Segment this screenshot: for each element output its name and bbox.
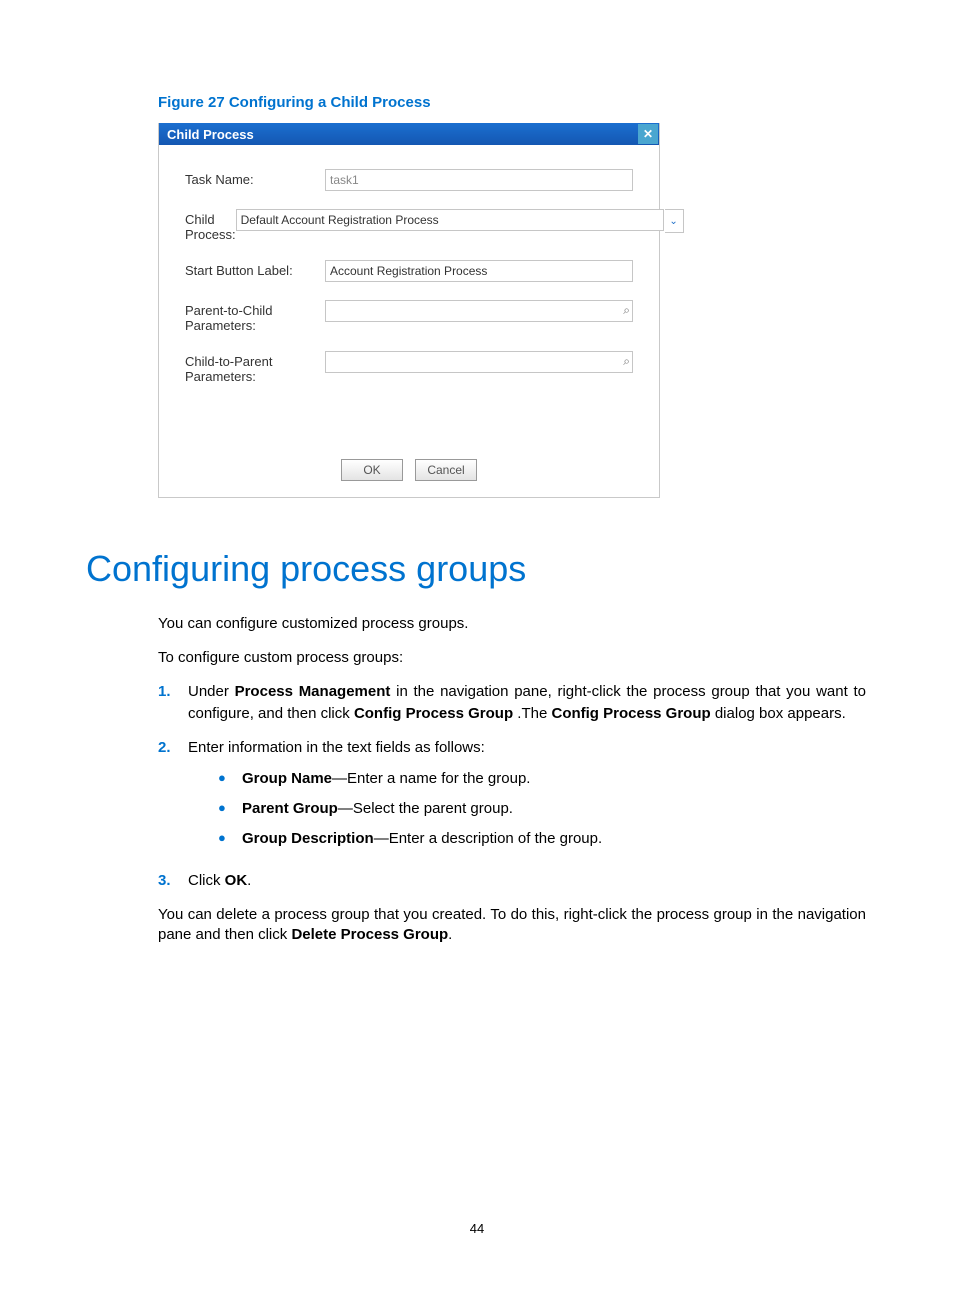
task-name-label: Task Name:: [185, 169, 325, 191]
list-item: ●Parent Group—Select the parent group.: [218, 798, 602, 820]
ok-button[interactable]: OK: [341, 459, 403, 481]
page-number: 44: [0, 1221, 954, 1236]
child-process-dialog: Child Process ✕ Task Name: Child Process…: [158, 123, 660, 498]
cancel-button[interactable]: Cancel: [415, 459, 477, 481]
intro-text: You can configure customized process gro…: [158, 614, 866, 634]
search-icon[interactable]: ⌕: [623, 303, 630, 318]
list-item: ●Group Description—Enter a description o…: [218, 828, 602, 850]
steps-list: 1. Under Process Management in the navig…: [158, 681, 866, 891]
lead-in-text: To configure custom process groups:: [158, 648, 866, 668]
sub-list: ●Group Name—Enter a name for the group. …: [218, 768, 602, 849]
start-button-label-label: Start Button Label:: [185, 260, 325, 282]
delete-note: You can delete a process group that you …: [158, 905, 866, 944]
c2p-input[interactable]: [325, 351, 633, 373]
dialog-titlebar: Child Process ✕: [159, 123, 659, 145]
child-process-select[interactable]: [236, 209, 664, 231]
list-item: 1. Under Process Management in the navig…: [158, 681, 866, 725]
c2p-label: Child-to-Parent Parameters:: [185, 351, 325, 384]
step-number: 1.: [158, 681, 188, 725]
list-item: 3. Click OK.: [158, 870, 866, 892]
search-icon[interactable]: ⌕: [623, 354, 630, 369]
list-item: 2. Enter information in the text fields …: [158, 737, 866, 858]
figure-caption: Figure 27 Configuring a Child Process: [158, 94, 866, 111]
dialog-title: Child Process: [167, 127, 254, 142]
start-button-label-input[interactable]: [325, 260, 633, 282]
child-process-label: Child Process:: [185, 209, 236, 242]
chevron-down-icon[interactable]: ⌄: [665, 209, 684, 233]
task-name-input[interactable]: [325, 169, 633, 191]
bullet-icon: ●: [218, 828, 242, 850]
close-icon[interactable]: ✕: [638, 124, 658, 144]
list-item: ●Group Name—Enter a name for the group.: [218, 768, 602, 790]
heading-configuring-process-groups: Configuring process groups: [86, 548, 866, 590]
step-number: 3.: [158, 870, 188, 892]
bullet-icon: ●: [218, 768, 242, 790]
p2c-label: Parent-to-Child Parameters:: [185, 300, 325, 333]
bullet-icon: ●: [218, 798, 242, 820]
step-number: 2.: [158, 737, 188, 858]
p2c-input[interactable]: [325, 300, 633, 322]
